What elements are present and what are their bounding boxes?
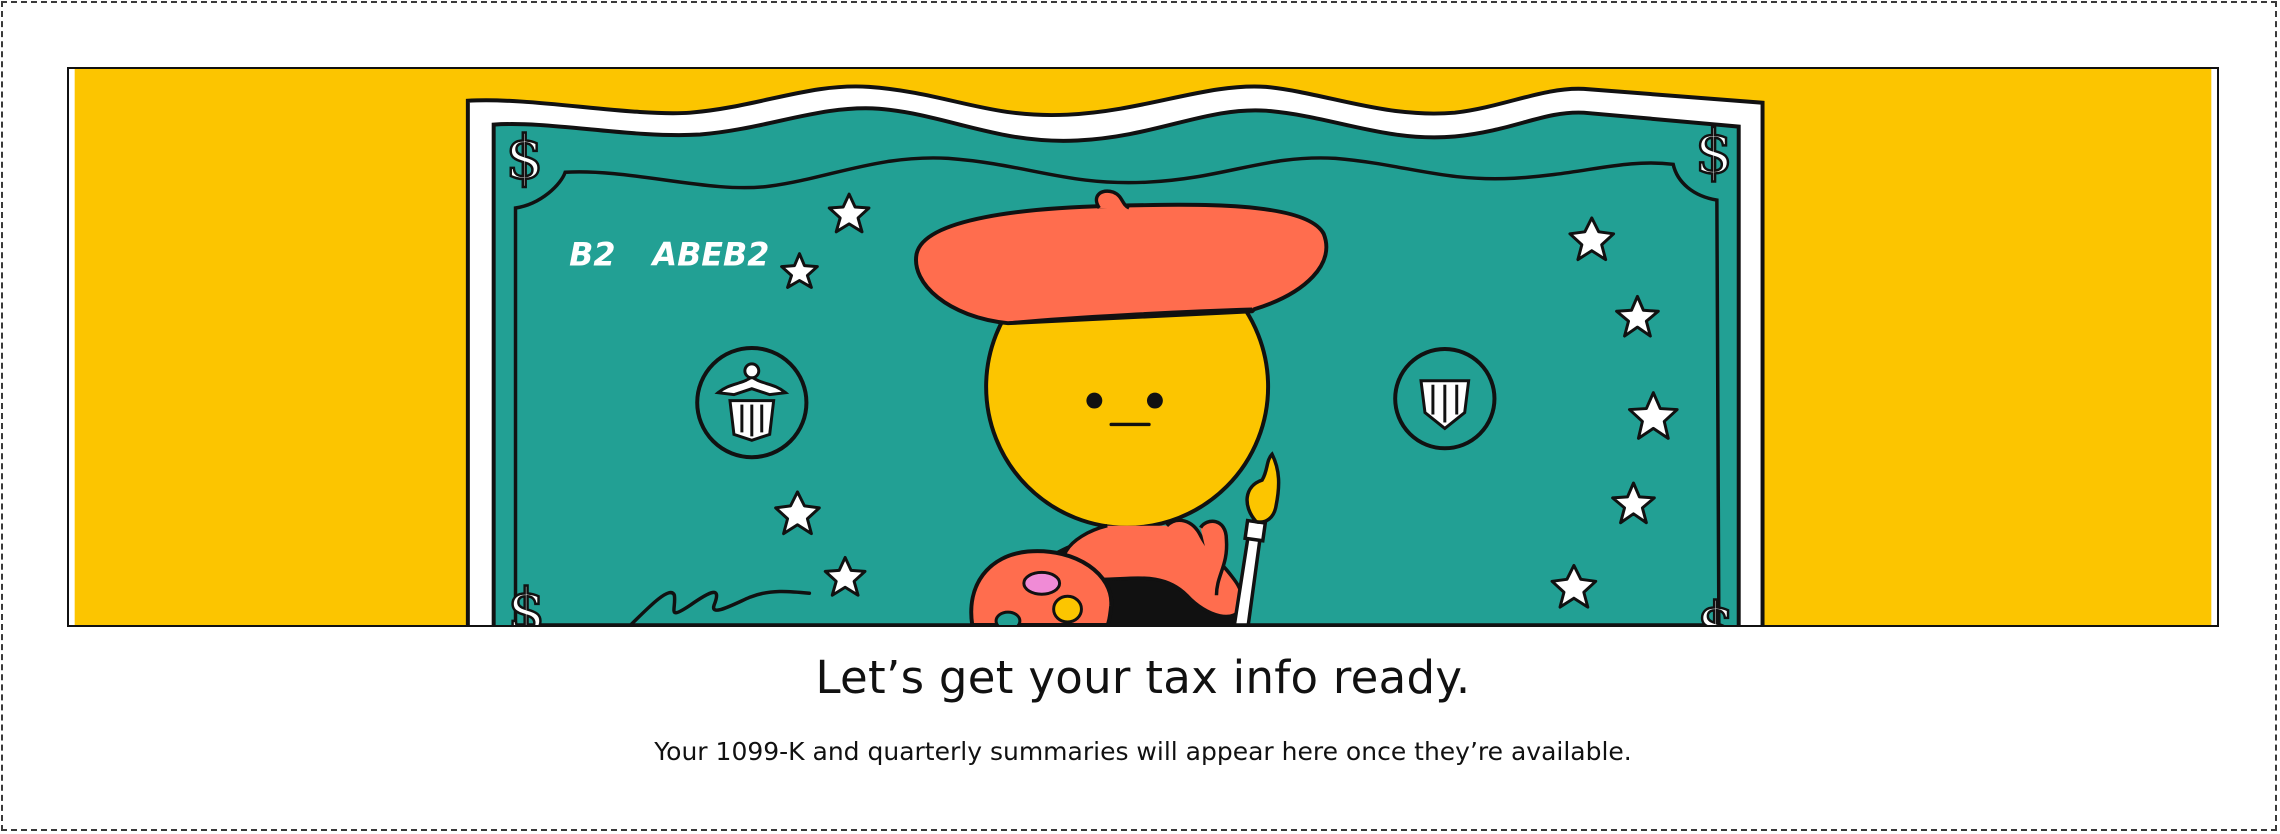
tax-info-empty-state-card: $ $ $ $ B2 ABEB2 <box>1 1 2277 831</box>
empty-state-message: Your 1099-K and quarterly summaries will… <box>654 737 1632 766</box>
money-artist-illustration: $ $ $ $ B2 ABEB2 <box>67 67 2219 627</box>
currency-symbol-bottom-right: $ <box>1697 591 1735 625</box>
eagle-seal-icon <box>695 346 809 460</box>
serial-number: ABEB2 <box>650 238 770 274</box>
currency-symbol-top-left: $ <box>506 124 544 193</box>
character-eye-left <box>1086 392 1103 409</box>
currency-symbol-top-right: $ <box>1695 118 1733 187</box>
palette-paint-green <box>994 610 1022 625</box>
serial-number-prefix: B2 <box>569 238 615 274</box>
shield-seal-icon <box>1393 347 1497 451</box>
currency-symbol-bottom-left: $ <box>508 577 546 625</box>
illustration-svg: $ $ $ $ B2 ABEB2 <box>74 69 2212 625</box>
palette-paint-pink <box>1022 570 1062 596</box>
palette-paint-yellow <box>1052 594 1083 624</box>
character-eye-right <box>1146 392 1163 409</box>
empty-state-title: Let’s get your tax info ready. <box>815 651 1471 704</box>
character-beret <box>914 202 1329 326</box>
